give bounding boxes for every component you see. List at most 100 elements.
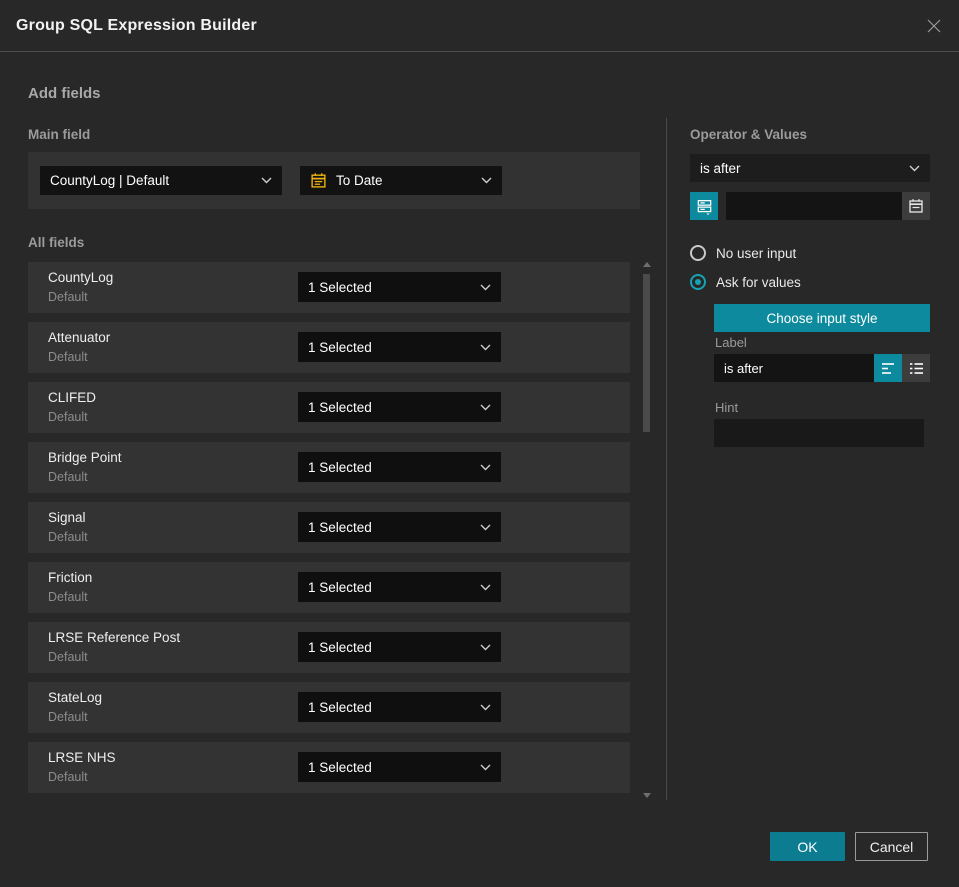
- field-subtitle: Default: [48, 290, 88, 304]
- main-field-type-select[interactable]: To Date: [300, 166, 502, 195]
- field-selected-dropdown[interactable]: 1 Selected: [298, 392, 501, 422]
- stacked-inputs-icon: [696, 198, 713, 215]
- radio-no-user-input[interactable]: No user input: [690, 245, 796, 261]
- chevron-down-icon: [909, 165, 920, 172]
- main-field-select-value: CountyLog | Default: [50, 173, 170, 188]
- hint-section-label: Hint: [715, 400, 739, 415]
- field-selected-value: 1 Selected: [308, 459, 372, 475]
- value-input[interactable]: [726, 192, 902, 220]
- field-selected-dropdown[interactable]: 1 Selected: [298, 332, 501, 362]
- chevron-down-icon: [480, 704, 491, 711]
- field-row: CountyLog Default 1 Selected: [28, 262, 630, 313]
- field-selected-dropdown[interactable]: 1 Selected: [298, 272, 501, 302]
- field-selected-value: 1 Selected: [308, 699, 372, 715]
- list-toggle-button[interactable]: [902, 354, 930, 382]
- field-name: CountyLog: [48, 270, 114, 285]
- field-subtitle: Default: [48, 650, 88, 664]
- field-row: Attenuator Default 1 Selected: [28, 322, 630, 373]
- radio-circle-icon: [690, 274, 706, 290]
- close-button[interactable]: [923, 15, 945, 37]
- chevron-down-icon: [481, 177, 492, 184]
- radio-label: Ask for values: [716, 274, 801, 290]
- field-name: LRSE Reference Post: [48, 630, 181, 645]
- chevron-down-icon: [480, 644, 491, 651]
- field-selected-dropdown[interactable]: 1 Selected: [298, 512, 501, 542]
- field-selected-dropdown[interactable]: 1 Selected: [298, 752, 501, 782]
- field-row: StateLog Default 1 Selected: [28, 682, 630, 733]
- field-subtitle: Default: [48, 350, 88, 364]
- bullet-list-icon: [909, 362, 924, 375]
- field-selected-value: 1 Selected: [308, 519, 372, 535]
- field-name: Friction: [48, 570, 93, 585]
- title-bar: Group SQL Expression Builder: [0, 0, 959, 52]
- radio-label: No user input: [716, 245, 797, 261]
- close-icon: [925, 17, 943, 35]
- group-sql-expression-builder-dialog: Group SQL Expression Builder Add fields …: [0, 0, 959, 887]
- field-row: CLIFED Default 1 Selected: [28, 382, 630, 433]
- field-selected-dropdown[interactable]: 1 Selected: [298, 572, 501, 602]
- field-subtitle: Default: [48, 710, 88, 724]
- list-scrollbar[interactable]: [642, 260, 651, 800]
- field-name: Signal: [48, 510, 86, 525]
- field-row: Bridge Point Default 1 Selected: [28, 442, 630, 493]
- field-row: Signal Default 1 Selected: [28, 502, 630, 553]
- field-selected-value: 1 Selected: [308, 399, 372, 415]
- radio-ask-for-values[interactable]: Ask for values: [690, 274, 801, 290]
- chevron-down-icon: [480, 764, 491, 771]
- scrollbar-thumb[interactable]: [643, 274, 650, 432]
- field-subtitle: Default: [48, 530, 88, 544]
- field-name: LRSE NHS: [48, 750, 116, 765]
- main-field-type-value: To Date: [336, 173, 383, 188]
- chevron-down-icon: [480, 464, 491, 471]
- dialog-title: Group SQL Expression Builder: [16, 16, 257, 34]
- field-row: LRSE Reference Post Default 1 Selected: [28, 622, 630, 673]
- all-fields-label: All fields: [28, 235, 85, 250]
- label-section-label: Label: [715, 335, 747, 350]
- cancel-button[interactable]: Cancel: [855, 832, 928, 861]
- align-left-toggle-button[interactable]: [874, 354, 902, 382]
- scrollbar-up-arrow-icon[interactable]: [643, 262, 651, 267]
- field-selected-dropdown[interactable]: 1 Selected: [298, 452, 501, 482]
- field-name: Attenuator: [48, 330, 111, 345]
- value-input-row: [690, 192, 930, 220]
- field-name: StateLog: [48, 690, 103, 705]
- field-subtitle: Default: [48, 470, 88, 484]
- field-selected-value: 1 Selected: [308, 759, 372, 775]
- field-name: CLIFED: [48, 390, 97, 405]
- operator-select-value: is after: [700, 160, 741, 176]
- ok-button[interactable]: OK: [770, 832, 845, 861]
- field-selected-value: 1 Selected: [308, 579, 372, 595]
- operator-select[interactable]: is after: [690, 154, 930, 182]
- choose-input-style-button[interactable]: Choose input style: [714, 304, 930, 332]
- all-fields-list: CountyLog Default 1 Selected Attenuator …: [28, 262, 630, 802]
- chevron-down-icon: [480, 344, 491, 351]
- field-subtitle: Default: [48, 590, 88, 604]
- field-row: Friction Default 1 Selected: [28, 562, 630, 613]
- chevron-down-icon: [480, 584, 491, 591]
- field-selected-dropdown[interactable]: 1 Selected: [298, 632, 501, 662]
- field-selected-dropdown[interactable]: 1 Selected: [298, 692, 501, 722]
- field-selected-value: 1 Selected: [308, 339, 372, 355]
- field-subtitle: Default: [48, 410, 88, 424]
- scrollbar-down-arrow-icon[interactable]: [643, 793, 651, 798]
- calendar-icon: [310, 172, 327, 189]
- field-row: LRSE NHS Default 1 Selected: [28, 742, 630, 793]
- radio-circle-icon: [690, 245, 706, 261]
- calendar-icon: [908, 198, 924, 214]
- hint-input[interactable]: [714, 419, 924, 447]
- main-field-container: CountyLog | Default To Date: [28, 152, 640, 209]
- label-input[interactable]: [714, 354, 874, 382]
- input-style-button[interactable]: [690, 192, 718, 220]
- main-field-label: Main field: [28, 127, 91, 142]
- label-input-row: [714, 354, 930, 382]
- align-left-icon: [881, 362, 896, 375]
- panel-divider: [666, 118, 667, 800]
- date-picker-button[interactable]: [902, 192, 930, 220]
- add-fields-heading: Add fields: [28, 85, 101, 102]
- field-name: Bridge Point: [48, 450, 122, 465]
- chevron-down-icon: [480, 284, 491, 291]
- main-field-select[interactable]: CountyLog | Default: [40, 166, 282, 195]
- chevron-down-icon: [480, 524, 491, 531]
- field-subtitle: Default: [48, 770, 88, 784]
- field-selected-value: 1 Selected: [308, 639, 372, 655]
